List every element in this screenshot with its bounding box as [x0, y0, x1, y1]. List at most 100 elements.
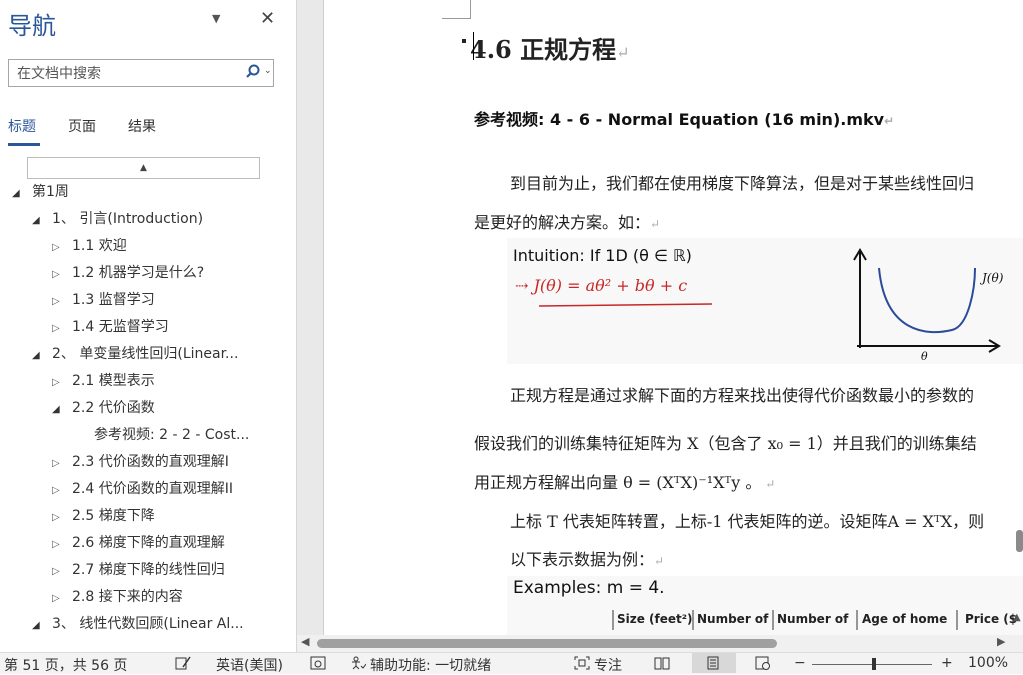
collapse-triangle-icon[interactable]: ◢ [32, 346, 46, 366]
tree-item[interactable]: ◢ 2.2 代价函数 [52, 398, 155, 425]
chevron-down-icon[interactable]: ⌄ [264, 66, 272, 76]
tree-item-label: 2.6 梯度下降的直观理解 [72, 535, 225, 551]
text-cursor [473, 32, 474, 60]
paragraph-1[interactable]: 到目前为止，我们都在使用梯度下降算法，但是对于某些线性回归 [510, 170, 974, 194]
close-icon[interactable]: ✕ [260, 8, 275, 29]
tree-item[interactable]: ◢ 2、 单变量线性回归(Linear... [32, 344, 238, 371]
web-layout-icon[interactable] [755, 656, 771, 670]
tree-item[interactable]: ◢ 3、 线性代数回顾(Linear Al... [32, 614, 244, 641]
zoom-slider-thumb[interactable] [872, 658, 876, 670]
expand-triangle-icon[interactable]: ▷ [52, 508, 66, 528]
expand-triangle-icon[interactable]: ▷ [52, 373, 66, 393]
section-heading[interactable]: 4.6 正规方程↵ [470, 30, 630, 65]
paragraph-7[interactable]: 以下表示数据为例：↵ [510, 546, 664, 570]
tree-item[interactable]: ▷ 1.2 机器学习是什么? [52, 263, 204, 290]
expand-triangle-icon[interactable]: ▷ [52, 535, 66, 555]
expand-triangle-icon[interactable]: ▷ [52, 481, 66, 501]
expand-triangle-icon[interactable]: ▷ [52, 454, 66, 474]
status-bar: 第 51 页，共 56 页 英语(美国) 辅助功能: 一切就绪 专注 − + 1… [0, 652, 1023, 674]
search-icon[interactable] [245, 64, 261, 80]
tree-item-label: 3、 线性代数回顾(Linear Al... [52, 616, 244, 632]
paragraph-4[interactable]: 假设我们的训练集特征矩阵为 X（包含了 x₀ = 1）并且我们的训练集结 [474, 430, 977, 454]
scroll-right-icon[interactable]: ▶ [997, 635, 1005, 648]
paragraph-3[interactable]: 正规方程是通过求解下面的方程来找出使得代价函数最小的参数的 [510, 382, 974, 406]
print-layout-icon[interactable] [705, 656, 721, 670]
tree-item-label: 2.7 梯度下降的线性回归 [72, 562, 225, 578]
collapse-up-icon: ▲ [140, 163, 147, 173]
tree-item-label: 1.1 欢迎 [72, 238, 127, 254]
focus-mode[interactable]: 专注 [594, 655, 622, 675]
macro-icon[interactable] [310, 656, 326, 670]
paragraph-5[interactable]: 用正规方程解出向量 θ = (XᵀX)⁻¹Xᵀy 。 ↵ [474, 469, 775, 493]
expand-triangle-icon[interactable]: ▷ [52, 238, 66, 258]
tree-item[interactable]: ▷ 1.1 欢迎 [52, 236, 127, 263]
tree-item[interactable]: ▷ 1.4 无监督学习 [52, 317, 169, 344]
zoom-out-button[interactable]: − [794, 655, 806, 671]
tab-pages[interactable]: 页面 [68, 116, 96, 136]
tree-item-label: 2.2 代价函数 [72, 400, 155, 416]
tree-item-label: 1、 引言(Introduction) [52, 211, 204, 227]
collapse-triangle-icon[interactable]: ◢ [52, 400, 66, 420]
page-count[interactable]: 第 51 页，共 56 页 [4, 655, 127, 675]
collapse-triangle-icon[interactable]: ◢ [12, 184, 26, 204]
accessibility-icon[interactable] [350, 656, 366, 670]
expand-triangle-icon[interactable]: ▷ [52, 562, 66, 582]
language-indicator[interactable]: 英语(美国) [216, 655, 283, 675]
scroll-up-icon[interactable]: ▲ [1013, 612, 1021, 623]
axis-label: θ [921, 350, 928, 363]
expand-triangle-icon[interactable]: ▷ [52, 319, 66, 339]
tree-item-label: 2.4 代价函数的直观理解II [72, 481, 233, 497]
tree-item-label: 第1周 [32, 184, 69, 200]
document-page[interactable]: 4.6 正规方程↵ 参考视频: 4 - 6 - Normal Equation … [323, 0, 1023, 636]
nav-title: 导航 [8, 12, 56, 40]
tree-item-label: 1.3 监督学习 [72, 292, 155, 308]
curve-label: J(θ) [979, 271, 1004, 285]
intuition-figure: Intuition: If 1D (θ ∈ ℝ) ⇢ J(θ) = aθ² + … [507, 238, 1023, 364]
nav-options-dropdown-icon[interactable]: ▼ [212, 12, 220, 25]
tab-headings[interactable]: 标题 [8, 116, 36, 136]
search-box: ⌄ [8, 59, 274, 87]
zoom-level[interactable]: 100% [968, 655, 1008, 671]
navigation-pane: 导航 ▼ ✕ ⌄ 标题 页面 结果 ▲ ◢ 第1周 ◢ 1、 引言(Introduct… [0, 0, 297, 652]
expand-triangle-icon[interactable]: ▷ [52, 589, 66, 609]
paragraph-6[interactable]: 上标 T 代表矩阵转置，上标-1 代表矩阵的逆。设矩阵A = XᵀX，则 [510, 508, 984, 532]
tab-results[interactable]: 结果 [128, 116, 156, 136]
expand-triangle-icon[interactable]: ▷ [52, 265, 66, 285]
tree-item[interactable]: ◢ 第1周 [12, 182, 69, 209]
collapse-triangle-icon[interactable]: ◢ [32, 211, 46, 231]
tree-item[interactable]: ◢ 1、 引言(Introduction) [32, 209, 203, 236]
scroll-left-icon[interactable]: ◀ [301, 635, 309, 648]
horizontal-scroll-thumb[interactable] [317, 639, 777, 648]
tree-item[interactable]: 参考视频: 2 - 2 - Cost... [74, 425, 249, 452]
tree-item[interactable]: ▷ 2.1 模型表示 [52, 371, 155, 398]
active-tab-indicator [8, 143, 40, 146]
collapse-triangle-icon[interactable]: ◢ [32, 616, 46, 636]
tree-item[interactable]: ▷ 2.8 接下来的内容 [52, 587, 183, 614]
tree-item[interactable]: ▷ 2.5 梯度下降 [52, 506, 155, 533]
tree-item[interactable]: ▷ 2.6 梯度下降的直观理解 [52, 533, 225, 560]
tree-item-label: 参考视频: 2 - 2 - Cost... [94, 427, 250, 443]
paragraph-2[interactable]: 是更好的解决方案。如：↵ [474, 209, 660, 233]
proofing-icon[interactable] [175, 656, 191, 670]
vertical-scroll-thumb[interactable] [1016, 530, 1023, 552]
zoom-in-button[interactable]: + [941, 655, 953, 671]
tree-item-label: 2.1 模型表示 [72, 373, 155, 389]
reference-video-title[interactable]: 参考视频: 4 - 6 - Normal Equation (16 min).m… [474, 106, 894, 130]
read-mode-icon[interactable] [654, 656, 670, 670]
figure-drawing: J(θ) θ [538, 248, 1004, 363]
horizontal-scrollbar[interactable]: ◀ ▶ [297, 635, 1023, 652]
page-corner-mark [442, 0, 471, 19]
tree-item-label: 2.3 代价函数的直观理解I [72, 454, 229, 470]
search-input[interactable] [15, 61, 239, 87]
expand-triangle-icon[interactable]: ▷ [52, 292, 66, 312]
tree-item[interactable]: ▷ 2.3 代价函数的直观理解I [52, 452, 229, 479]
tree-item-label: 2、 单变量线性回归(Linear... [52, 346, 239, 362]
focus-icon[interactable] [574, 656, 590, 670]
tree-item-label: 2.8 接下来的内容 [72, 589, 183, 605]
tree-item[interactable]: ▷ 2.7 梯度下降的线性回归 [52, 560, 225, 587]
accessibility-status[interactable]: 辅助功能: 一切就绪 [370, 655, 491, 675]
tree-item[interactable]: ▷ 2.4 代价函数的直观理解II [52, 479, 233, 506]
tree-item[interactable]: ▷ 1.3 监督学习 [52, 290, 155, 317]
scroll-up-button[interactable]: ▲ [27, 157, 260, 179]
heading-bullet [462, 39, 466, 43]
